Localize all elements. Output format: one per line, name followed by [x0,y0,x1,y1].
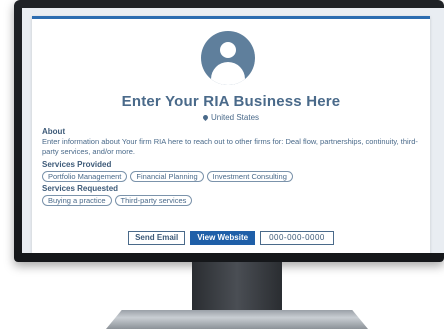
about-text: Enter information about Your firm RIA he… [42,137,418,156]
action-buttons: Send Email View Website 000-000-0000 [32,231,430,245]
location: United States [32,113,430,122]
view-website-button[interactable]: View Website [190,231,256,245]
requested-tag-third-party-services: Third-party services [114,195,193,206]
phone-number-button[interactable]: 000-000-0000 [260,231,334,245]
services-provided-tags: Portfolio Management Financial Planning … [42,171,293,182]
service-tag-investment-consulting: Investment Consulting [206,171,293,182]
services-requested-tags: Buying a practice Third-party services [42,195,193,206]
avatar-body [211,62,245,85]
send-email-button[interactable]: Send Email [128,231,186,245]
requested-tag-buying-a-practice: Buying a practice [42,195,112,206]
profile-card: Enter Your RIA Business Here United Stat… [32,16,430,253]
location-text: United States [210,113,260,122]
service-tag-financial-planning: Financial Planning [130,171,204,182]
monitor-stand-base [106,310,368,329]
business-title: Enter Your RIA Business Here [121,93,341,110]
monitor-stand-neck [192,262,282,312]
map-pin-icon [201,113,210,122]
monitor-bezel: Enter Your RIA Business Here United Stat… [14,0,444,262]
user-avatar-icon [201,31,255,85]
services-provided-label: Services Provided [42,160,112,169]
services-requested-label: Services Requested [42,184,119,193]
monitor-illustration: Enter Your RIA Business Here United Stat… [0,0,444,329]
service-tag-portfolio-management: Portfolio Management [42,171,128,182]
monitor-screen: Enter Your RIA Business Here United Stat… [22,8,444,253]
avatar-head [220,42,236,58]
about-label: About [42,127,66,136]
